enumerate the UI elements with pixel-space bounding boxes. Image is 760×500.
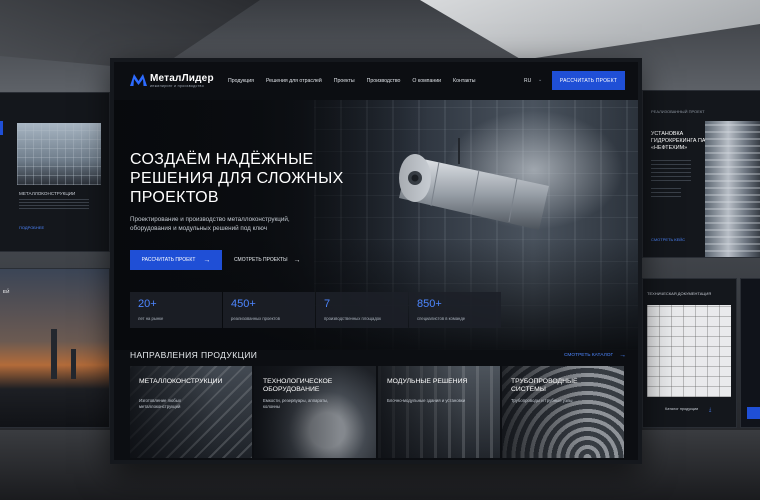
- stat-label: лет на рынке: [138, 316, 164, 321]
- menu-item-contacts[interactable]: Контакты: [453, 78, 475, 84]
- side-right-kicker: РЕАЛИЗОВАННЫЙ ПРОЕКТ: [651, 109, 705, 114]
- hero-title-line-2: РЕШЕНИЯ ДЛЯ СЛОЖНЫХ: [130, 170, 344, 187]
- arrow-right-icon: →: [293, 256, 301, 264]
- card-description: Изготовление любых металлоконструкций: [139, 398, 182, 409]
- side-panel-left-top: МЕТАЛЛОКОНСТРУКЦИИ ПОДРОБНЕЕ И: [0, 92, 110, 252]
- side-right-meta: [651, 185, 681, 197]
- brand-tagline: инжиниринг и производство: [150, 84, 204, 88]
- card-description: Блочно-модульные здания и установки: [387, 398, 466, 403]
- stat-card: 850+ специалистов в команде: [409, 292, 501, 328]
- arrow-right-icon: →: [619, 352, 627, 359]
- side-right-text: [651, 157, 691, 181]
- card-title: МОДУЛЬНЫЕ РЕШЕНИЯ: [387, 378, 468, 385]
- stat-value: 7: [324, 298, 331, 310]
- brand-name[interactable]: МеталЛидер: [150, 73, 214, 84]
- refinery-tower-2: [71, 349, 76, 379]
- product-card-process-equipment[interactable]: ТЕХНОЛОГИЧЕСКОЕ ОБОРУДОВАНИЕ Емкости, ре…: [254, 366, 376, 458]
- tower-image: [705, 121, 760, 257]
- menu-item-production[interactable]: Производство: [367, 78, 401, 84]
- language-selector[interactable]: RU: [524, 78, 531, 84]
- product-cards: МЕТАЛЛОКОНСТРУКЦИИ Изготовление любых ме…: [130, 366, 624, 458]
- top-navigation: МеталЛидер инжиниринг и производство Про…: [114, 62, 638, 100]
- side-left-bottom-title: ЕЙ: [3, 289, 10, 294]
- refinery-tower-1: [51, 329, 57, 379]
- side-panel-right-bottom: ТЕХНИЧЕСКАЯ ДОКУМЕНТАЦИЯ Каталог продукц…: [642, 278, 737, 428]
- steel-structure-image: [17, 123, 101, 185]
- stat-card: 7 производственных площадок: [316, 292, 408, 328]
- card-description: Трубопроводы и трубные узлы: [511, 398, 573, 403]
- menu-item-industry-solutions[interactable]: Решения для отраслей: [266, 78, 322, 84]
- side-panel-left-bottom: ЕЙ: [0, 268, 110, 428]
- drawing-image: [647, 305, 731, 397]
- chevron-down-icon[interactable]: ⌄: [538, 77, 542, 83]
- calculate-project-button[interactable]: РАССЧИТАТЬ ПРОЕКТ →: [130, 250, 222, 270]
- stat-value: 450+: [231, 298, 256, 310]
- main-menu: Продукция Решения для отраслей Проекты П…: [228, 78, 475, 84]
- hero-subtitle-line-1: Проектирование и производство металлокон…: [130, 216, 290, 223]
- card-title: ТЕХНОЛОГИЧЕСКОЕ ОБОРУДОВАНИЕ: [263, 378, 333, 393]
- main-website-frame: МеталЛидер инжиниринг и производство Про…: [110, 58, 642, 464]
- stats-row: 20+ лет на рынке 450+ реализованных прое…: [130, 292, 501, 328]
- view-projects-label: СМОТРЕТЬ ПРОЕКТЫ: [234, 257, 288, 263]
- hero-title-line-3: ПРОЕКТОВ: [130, 189, 219, 206]
- far-right-button[interactable]: [747, 407, 760, 419]
- side-right-link[interactable]: СМОТРЕТЬ КЕЙС: [651, 237, 685, 242]
- side-left-top-link[interactable]: ПОДРОБНЕЕ: [19, 225, 44, 230]
- side-doc-title: ТЕХНИЧЕСКАЯ ДОКУМЕНТАЦИЯ: [647, 291, 712, 296]
- side-panel-right-top: РЕАЛИЗОВАННЫЙ ПРОЕКТ УСТАНОВКА ГИДРОКРЕК…: [642, 90, 760, 258]
- stat-label: производственных площадок: [324, 316, 381, 321]
- view-projects-button[interactable]: СМОТРЕТЬ ПРОЕКТЫ →: [234, 250, 301, 270]
- menu-item-projects[interactable]: Проекты: [334, 78, 355, 84]
- calculate-project-label: РАССЧИТАТЬ ПРОЕКТ: [141, 257, 196, 263]
- hero-subtitle: Проектирование и производство металлокон…: [130, 215, 320, 233]
- side-left-top-accent: [0, 121, 3, 135]
- stat-label: специалистов в команде: [417, 316, 466, 321]
- product-directions-title: НАПРАВЛЕНИЯ ПРОДУКЦИИ: [130, 350, 258, 360]
- stat-card: 450+ реализованных проектов: [223, 292, 315, 328]
- card-title: МЕТАЛЛОКОНСТРУКЦИИ: [139, 378, 223, 385]
- hero-title: СОЗДАЁМ НАДЁЖНЫЕ РЕШЕНИЯ ДЛЯ СЛОЖНЫХ ПРО…: [130, 150, 360, 207]
- card-title: ТРУБОПРОВОДНЫЕ СИСТЕМЫ: [511, 378, 578, 393]
- download-icon[interactable]: ⤓: [709, 407, 711, 413]
- view-catalog-label: СМОТРЕТЬ КАТАЛОГ: [564, 353, 614, 358]
- view-catalog-link[interactable]: СМОТРЕТЬ КАТАЛОГ →: [564, 352, 626, 359]
- side-doc-caption: Каталог продукции: [665, 407, 699, 411]
- menu-item-products[interactable]: Продукция: [228, 78, 254, 84]
- stat-value: 20+: [138, 298, 157, 310]
- stat-label: реализованных проектов: [231, 316, 280, 321]
- side-left-top-text: [19, 199, 89, 209]
- logo-icon: [130, 74, 147, 86]
- hero-title-line-1: СОЗДАЁМ НАДЁЖНЫЕ: [130, 151, 314, 168]
- product-card-piping-systems[interactable]: ТРУБОПРОВОДНЫЕ СИСТЕМЫ Трубопроводы и тр…: [502, 366, 624, 458]
- side-panel-far-right: [740, 278, 760, 428]
- product-card-steel-structures[interactable]: МЕТАЛЛОКОНСТРУКЦИИ Изготовление любых ме…: [130, 366, 252, 458]
- stat-card: 20+ лет на рынке: [130, 292, 222, 328]
- side-left-top-title: МЕТАЛЛОКОНСТРУКЦИИ: [19, 191, 76, 196]
- menu-item-about[interactable]: О компании: [412, 78, 441, 84]
- arrow-right-icon: →: [203, 256, 211, 264]
- hero-subtitle-line-2: оборудования и модульных решений под клю…: [130, 225, 267, 232]
- stat-value: 850+: [417, 298, 442, 310]
- hero-section: СОЗДАЁМ НАДЁЖНЫЕ РЕШЕНИЯ ДЛЯ СЛОЖНЫХ ПРО…: [114, 100, 638, 350]
- product-card-modular-solutions[interactable]: МОДУЛЬНЫЕ РЕШЕНИЯ Блочно-модульные здани…: [378, 366, 500, 458]
- calculate-project-button-header[interactable]: РАССЧИТАТЬ ПРОЕКТ: [552, 71, 625, 90]
- card-description: Емкости, резервуары, аппараты, колонны: [263, 398, 329, 409]
